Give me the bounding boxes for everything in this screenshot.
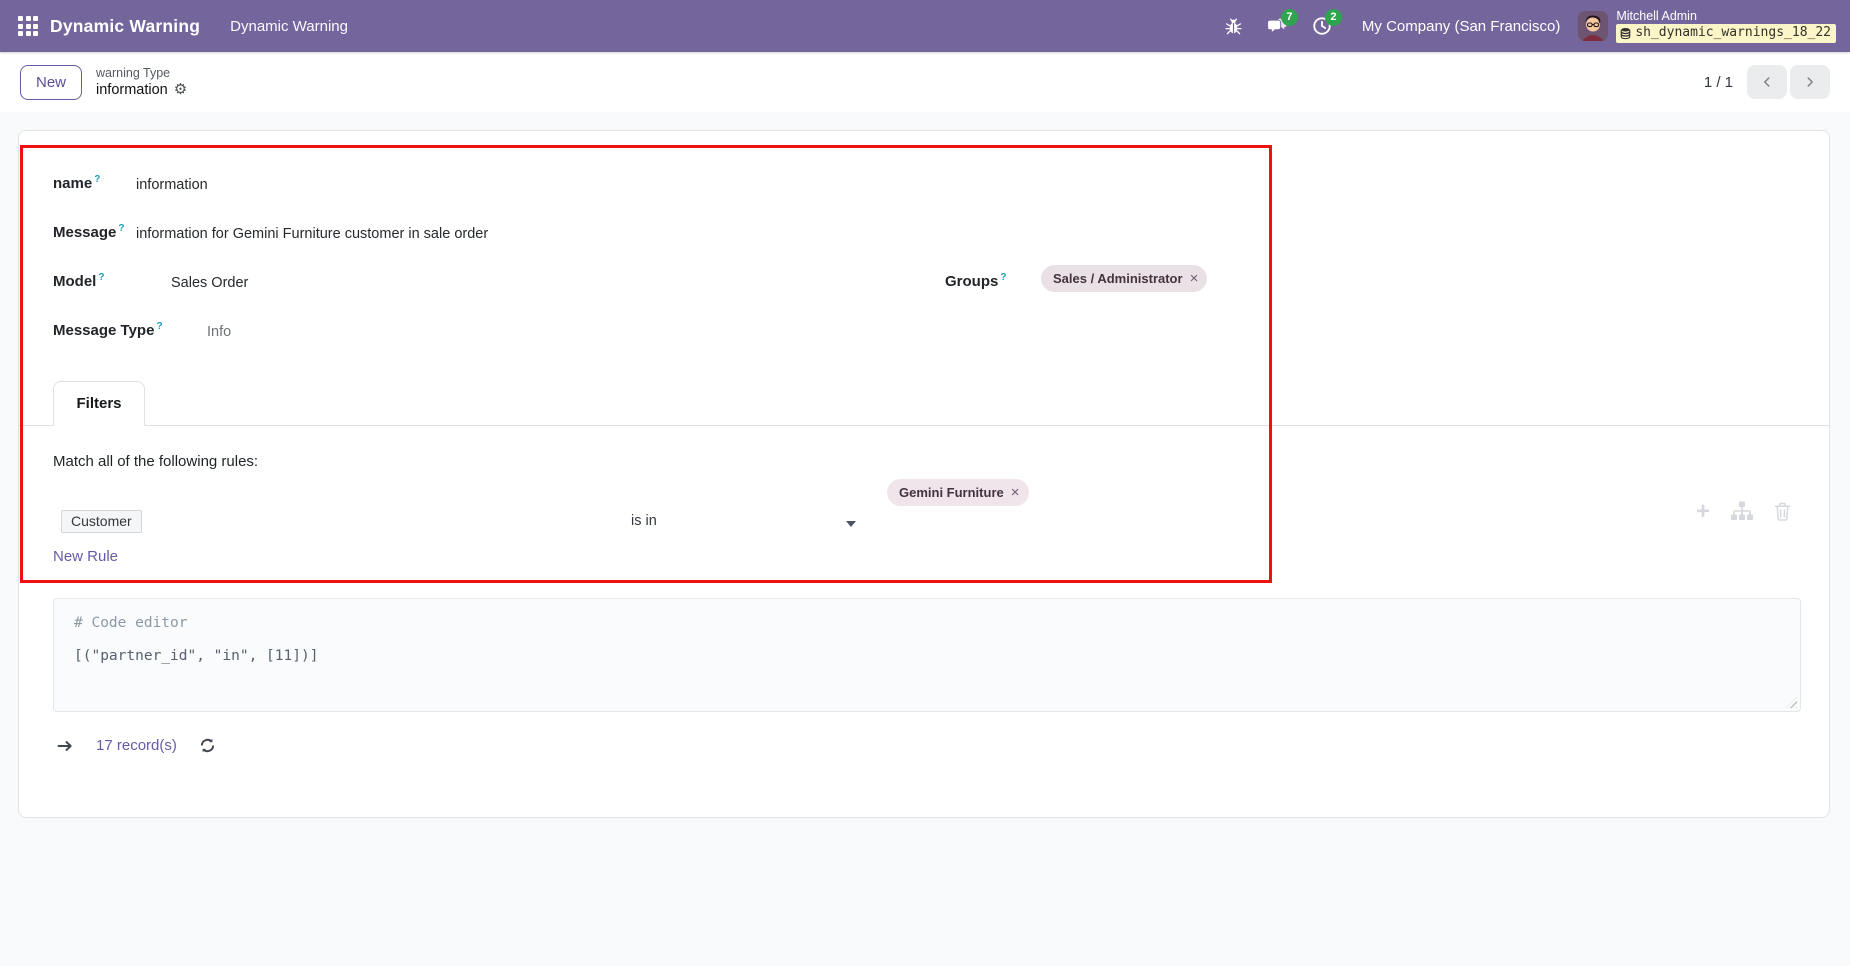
arrow-right-icon bbox=[56, 738, 74, 754]
name-label: name? bbox=[53, 174, 101, 192]
rule-value-tag-label: Gemini Furniture bbox=[899, 485, 1004, 500]
pager-previous-button[interactable] bbox=[1747, 65, 1787, 99]
code-editor-code: [("partner_id", "in", [11])] bbox=[74, 648, 319, 664]
help-icon: ? bbox=[118, 223, 125, 234]
avatar bbox=[1578, 11, 1609, 41]
groups-label: Groups? bbox=[945, 272, 1007, 290]
field-message-label-wrap: Message? bbox=[53, 223, 124, 241]
help-icon: ? bbox=[156, 321, 163, 332]
menu-dynamic-warning[interactable]: Dynamic Warning bbox=[230, 18, 348, 35]
chevron-left-icon bbox=[1763, 77, 1770, 87]
debug-bug-icon[interactable] bbox=[1216, 8, 1252, 44]
rule-actions: + bbox=[1696, 499, 1791, 523]
bug-icon bbox=[1225, 17, 1242, 34]
field-message-type-label-wrap: Message Type? bbox=[53, 321, 163, 339]
control-panel: New warning Type information ⚙ 1 / 1 bbox=[0, 52, 1850, 112]
tab-filters[interactable]: Filters bbox=[53, 381, 145, 426]
model-value[interactable]: Sales Order bbox=[171, 275, 248, 291]
help-icon: ? bbox=[98, 272, 105, 283]
field-groups-label-wrap: Groups? bbox=[945, 272, 1006, 290]
help-icon: ? bbox=[94, 174, 101, 185]
company-switcher[interactable]: My Company (San Francisco) bbox=[1362, 18, 1560, 35]
new-button[interactable]: New bbox=[20, 64, 83, 100]
breadcrumb: warning Type information ⚙ bbox=[96, 66, 187, 99]
messages-count-badge: 7 bbox=[1280, 9, 1298, 26]
breadcrumb-current-label: information bbox=[96, 81, 168, 98]
notebook-divider bbox=[19, 425, 1829, 426]
chevron-down-icon[interactable] bbox=[846, 521, 856, 527]
field-name-label-wrap: name? bbox=[53, 174, 100, 192]
message-value[interactable]: information for Gemini Furniture custome… bbox=[136, 226, 488, 242]
message-type-label: Message Type? bbox=[53, 321, 163, 339]
rule-value-tag[interactable]: Gemini Furniture × bbox=[887, 479, 1029, 506]
model-label: Model? bbox=[53, 272, 105, 290]
chevron-right-icon bbox=[1807, 77, 1814, 87]
add-branch-icon[interactable] bbox=[1730, 501, 1754, 522]
form-card: name? information Message? information f… bbox=[18, 130, 1830, 818]
resize-handle[interactable] bbox=[1786, 697, 1797, 708]
new-rule-button[interactable]: New Rule bbox=[53, 548, 118, 565]
activities-systray-button[interactable]: 2 bbox=[1304, 8, 1342, 44]
field-model-label-wrap: Model? bbox=[53, 272, 104, 290]
pager: 1 / 1 bbox=[1704, 65, 1830, 99]
breadcrumb-current: information ⚙ bbox=[96, 81, 187, 99]
rule-field-selector[interactable]: Customer bbox=[61, 510, 142, 533]
domain-code-editor[interactable]: # Code editor [("partner_id", "in", [11]… bbox=[53, 598, 1801, 712]
pager-counter: 1 / 1 bbox=[1703, 73, 1733, 91]
match-rules-text: Match all of the following rules: bbox=[53, 453, 259, 470]
groups-tag-remove-icon[interactable]: × bbox=[1190, 271, 1199, 286]
groups-tag-label: Sales / Administrator bbox=[1053, 271, 1183, 286]
activities-count-badge: 2 bbox=[1324, 9, 1342, 26]
message-label: Message? bbox=[53, 223, 125, 241]
records-row: 17 record(s) bbox=[56, 737, 216, 754]
delete-rule-trash-icon[interactable] bbox=[1774, 502, 1791, 521]
user-info: Mitchell Admin sh_dynamic_warnings_18_22 bbox=[1616, 9, 1836, 43]
top-navbar: Dynamic Warning Dynamic Warning 7 2 My C… bbox=[0, 0, 1850, 52]
app-title[interactable]: Dynamic Warning bbox=[50, 16, 200, 37]
rule-value-remove-icon[interactable]: × bbox=[1011, 485, 1020, 500]
database-icon bbox=[1620, 27, 1631, 39]
apps-menu-icon[interactable] bbox=[18, 16, 38, 36]
messages-systray-button[interactable]: 7 bbox=[1260, 8, 1298, 44]
add-rule-icon[interactable]: + bbox=[1696, 499, 1710, 523]
database-badge: sh_dynamic_warnings_18_22 bbox=[1616, 24, 1836, 43]
refresh-icon[interactable] bbox=[199, 737, 216, 754]
systray: 7 2 My Company (San Francisco) Mitchell … bbox=[1216, 8, 1840, 44]
database-name: sh_dynamic_warnings_18_22 bbox=[1635, 25, 1831, 40]
rule-operator-select[interactable]: is in bbox=[631, 513, 657, 529]
help-icon: ? bbox=[1000, 272, 1007, 283]
name-value[interactable]: information bbox=[136, 177, 208, 193]
groups-tag[interactable]: Sales / Administrator × bbox=[1041, 265, 1208, 292]
gear-icon[interactable]: ⚙ bbox=[174, 82, 187, 97]
records-count-link[interactable]: 17 record(s) bbox=[96, 737, 177, 754]
user-name: Mitchell Admin bbox=[1616, 9, 1697, 23]
breadcrumb-parent[interactable]: warning Type bbox=[96, 66, 187, 81]
code-editor-comment: # Code editor bbox=[74, 615, 188, 631]
pager-next-button[interactable] bbox=[1790, 65, 1830, 99]
user-menu[interactable]: Mitchell Admin sh_dynamic_warnings_18_22 bbox=[1578, 9, 1840, 43]
message-type-value[interactable]: Info bbox=[207, 324, 231, 340]
